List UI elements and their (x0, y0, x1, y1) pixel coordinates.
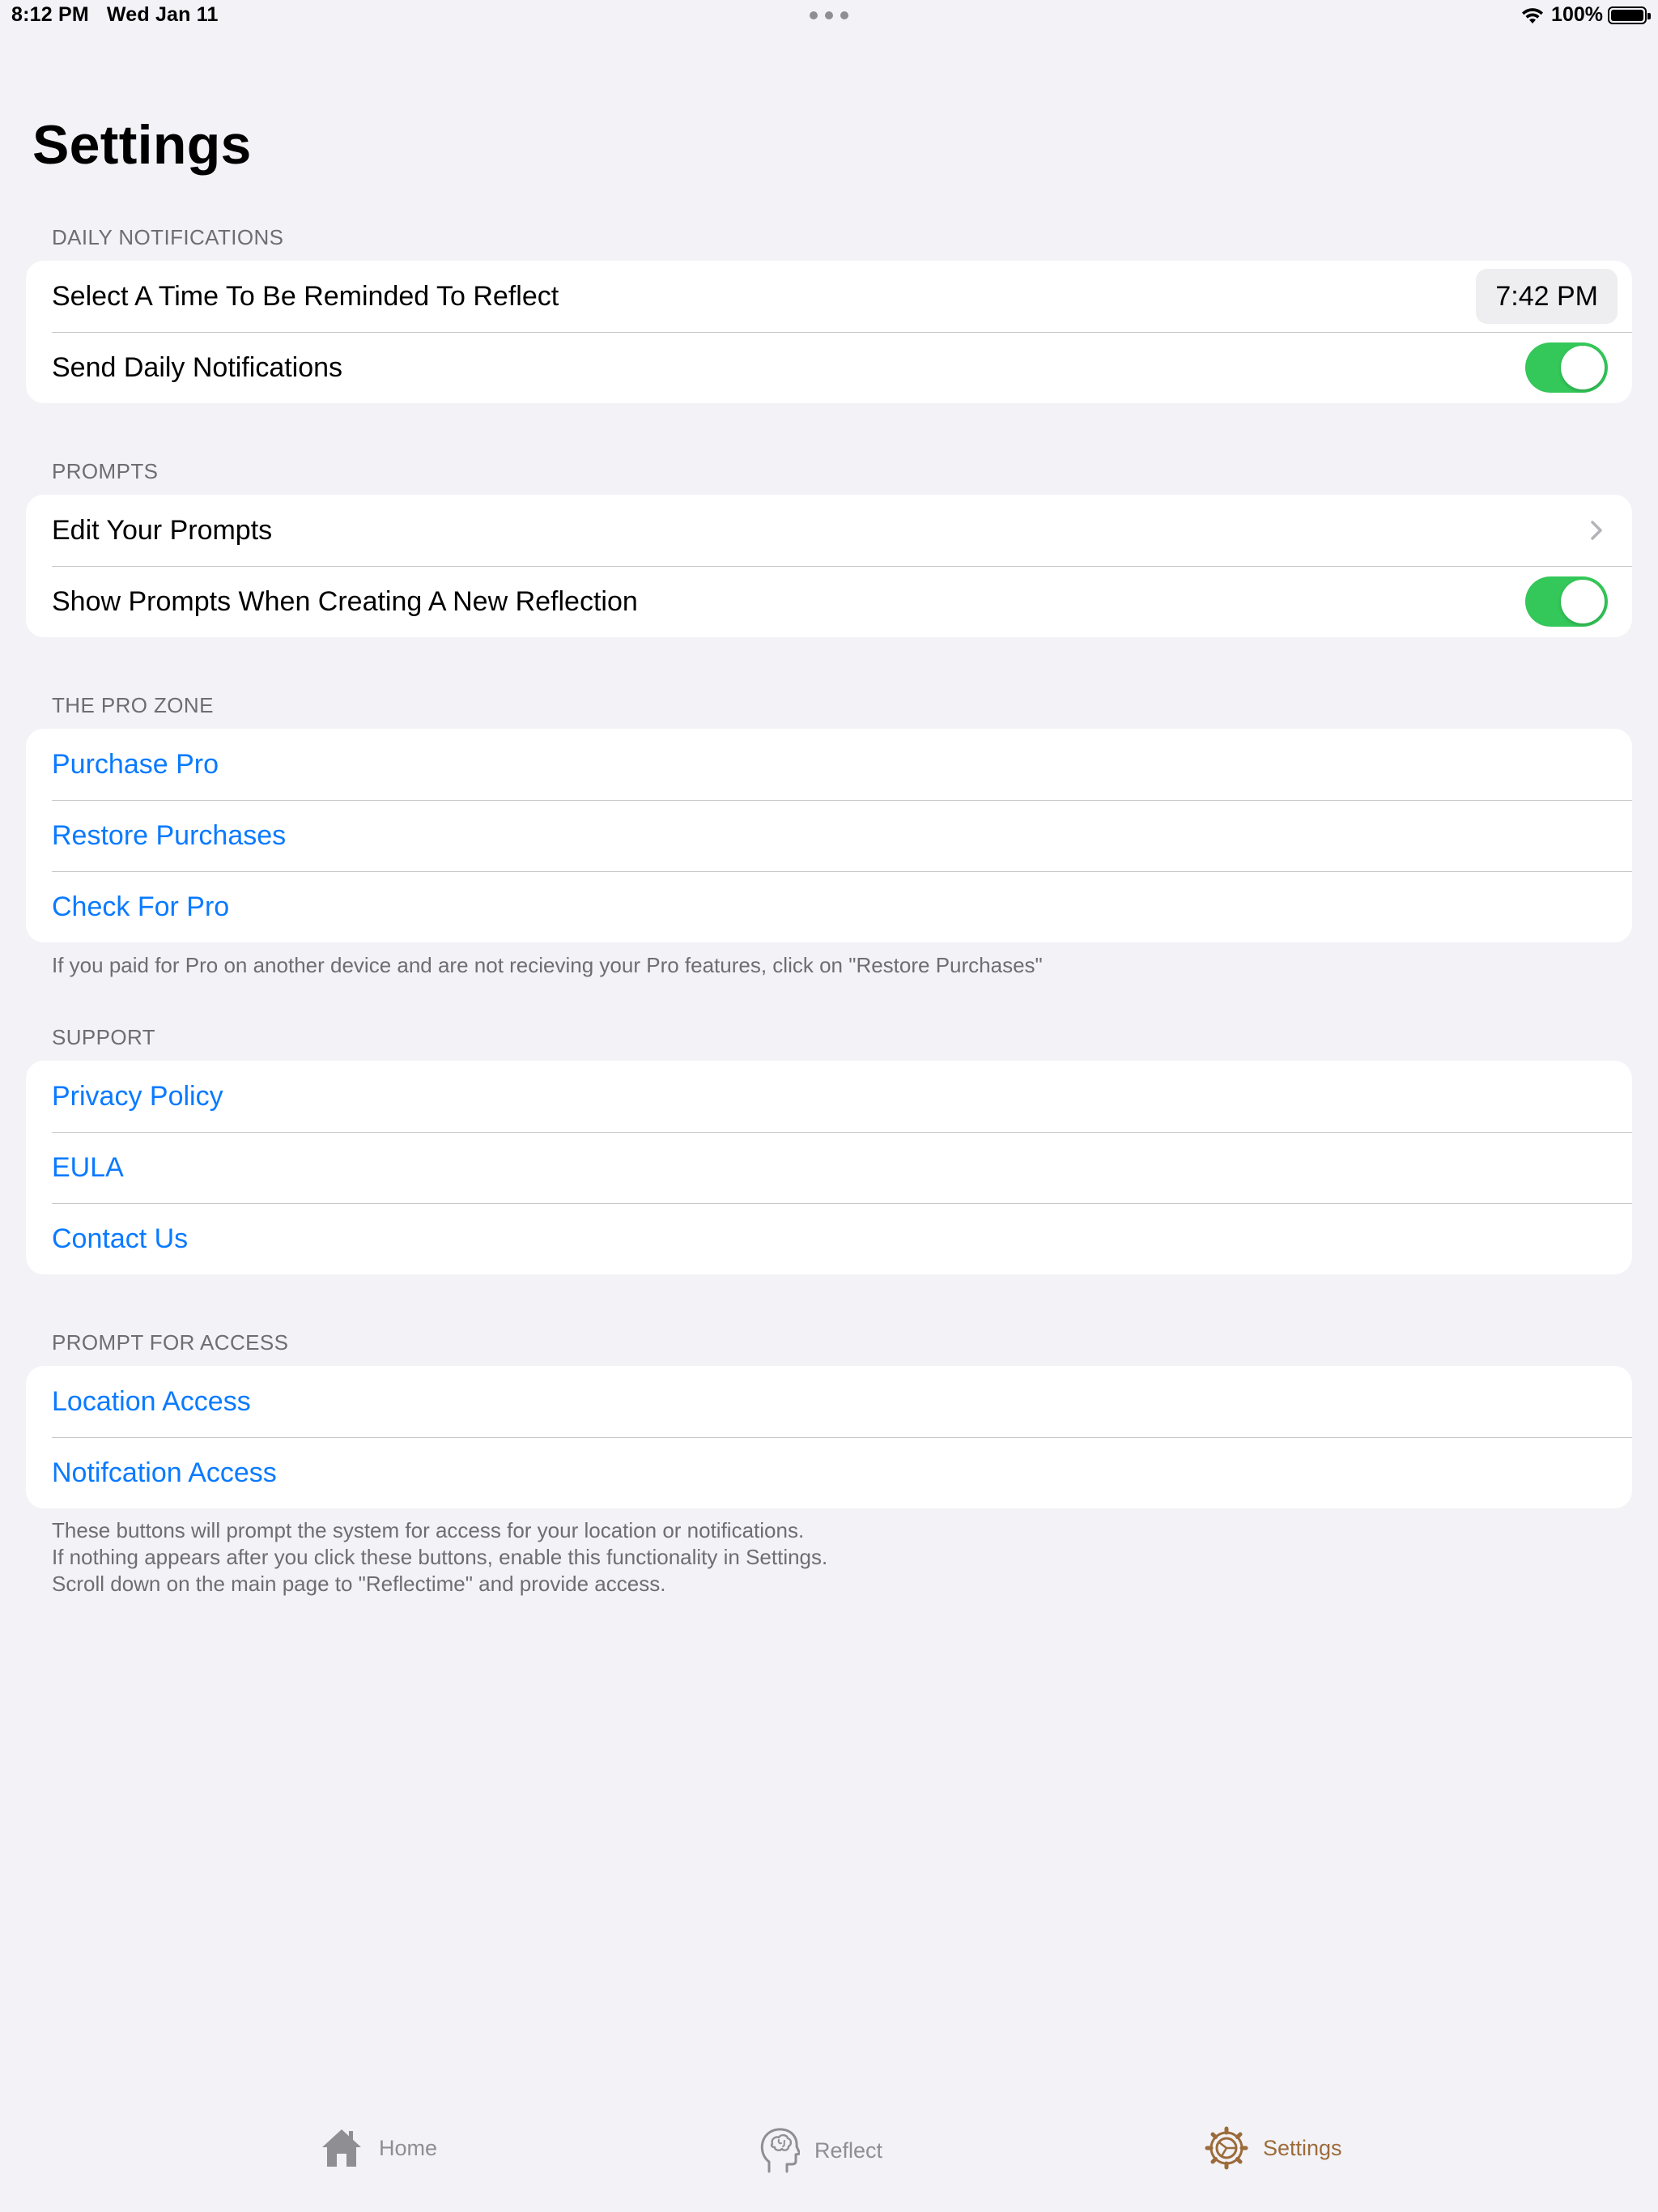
access-footer-line: If nothing appears after you click these… (52, 1545, 828, 1569)
chevron-right-icon (1591, 521, 1602, 540)
restore-purchases-button[interactable]: Restore Purchases (26, 800, 1632, 871)
reminder-time-row: Select A Time To Be Reminded To Reflect … (26, 261, 1632, 332)
contact-us-label: Contact Us (52, 1223, 189, 1254)
section-header-prompts: PROMPTS (52, 459, 159, 483)
edit-prompts-row[interactable]: Edit Your Prompts (26, 495, 1632, 566)
page-title: Settings (32, 114, 252, 176)
battery-icon (1608, 6, 1651, 24)
section-header-daily-notifications: DAILY NOTIFICATIONS (52, 225, 284, 249)
privacy-policy-link[interactable]: Privacy Policy (26, 1061, 1632, 1132)
tab-settings-label: Settings (1263, 2135, 1342, 2160)
eula-link[interactable]: EULA (26, 1132, 1632, 1203)
purchase-pro-button[interactable]: Purchase Pro (26, 729, 1632, 800)
section-header-pro-zone: THE PRO ZONE (52, 693, 214, 717)
support-group: Privacy Policy EULA Contact Us (26, 1061, 1632, 1274)
battery-percent: 100% (1551, 3, 1603, 26)
eula-label: EULA (52, 1151, 124, 1183)
tab-reflect-label: Reflect (814, 2138, 883, 2163)
access-footer-line: These buttons will prompt the system for… (52, 1518, 805, 1542)
show-prompts-toggle[interactable] (1525, 576, 1608, 627)
notification-access-button[interactable]: Notifcation Access (26, 1437, 1632, 1508)
wifi-icon (1522, 7, 1544, 23)
daily-notifications-group: Select A Time To Be Reminded To Reflect … (26, 261, 1632, 403)
section-header-support: SUPPORT (52, 1025, 156, 1049)
section-header-access: PROMPT FOR ACCESS (52, 1330, 289, 1355)
tab-bar: Home Reflect Settings (0, 2107, 1658, 2212)
multitasking-dots-icon[interactable] (810, 11, 848, 19)
purchase-pro-label: Purchase Pro (52, 748, 219, 780)
restore-purchases-label: Restore Purchases (52, 819, 287, 851)
prompts-group: Edit Your Prompts Show Prompts When Crea… (26, 495, 1632, 637)
tab-settings[interactable]: Settings (1205, 2126, 1342, 2170)
brain-head-icon (760, 2128, 800, 2173)
location-access-button[interactable]: Location Access (26, 1366, 1632, 1437)
notification-access-label: Notifcation Access (52, 1457, 277, 1488)
contact-us-link[interactable]: Contact Us (26, 1203, 1632, 1274)
send-notifications-toggle[interactable] (1525, 342, 1608, 393)
tab-home-label: Home (379, 2135, 438, 2160)
tab-reflect[interactable]: Reflect (758, 2126, 882, 2175)
edit-prompts-label: Edit Your Prompts (52, 514, 273, 546)
access-footer-note: These buttons will prompt the system for… (52, 1517, 827, 1597)
show-prompts-row: Show Prompts When Creating A New Reflect… (26, 566, 1632, 637)
status-date: Wed Jan 11 (106, 3, 219, 26)
gear-icon (1205, 2126, 1248, 2170)
send-notifications-label: Send Daily Notifications (52, 351, 343, 383)
privacy-policy-label: Privacy Policy (52, 1080, 223, 1112)
access-footer-line: Scroll down on the main page to "Reflect… (52, 1572, 666, 1596)
pro-zone-footer-note: If you paid for Pro on another device an… (52, 953, 1043, 977)
check-for-pro-label: Check For Pro (52, 891, 230, 922)
status-right: 100% (1520, 3, 1651, 27)
tab-home[interactable]: Home (319, 2126, 437, 2170)
pro-zone-group: Purchase Pro Restore Purchases Check For… (26, 729, 1632, 942)
reminder-time-label: Select A Time To Be Reminded To Reflect (52, 280, 559, 312)
location-access-label: Location Access (52, 1385, 251, 1417)
status-time: 8:12 PM (11, 3, 89, 26)
status-left: 8:12 PM Wed Jan 11 (11, 3, 219, 27)
reminder-time-picker[interactable]: 7:42 PM (1476, 269, 1618, 324)
check-for-pro-button[interactable]: Check For Pro (26, 871, 1632, 942)
show-prompts-label: Show Prompts When Creating A New Reflect… (52, 585, 638, 617)
house-icon (322, 2129, 361, 2167)
access-group: Location Access Notifcation Access (26, 1366, 1632, 1508)
status-bar: 8:12 PM Wed Jan 11 100% (0, 0, 1658, 34)
send-notifications-row: Send Daily Notifications (26, 332, 1632, 403)
